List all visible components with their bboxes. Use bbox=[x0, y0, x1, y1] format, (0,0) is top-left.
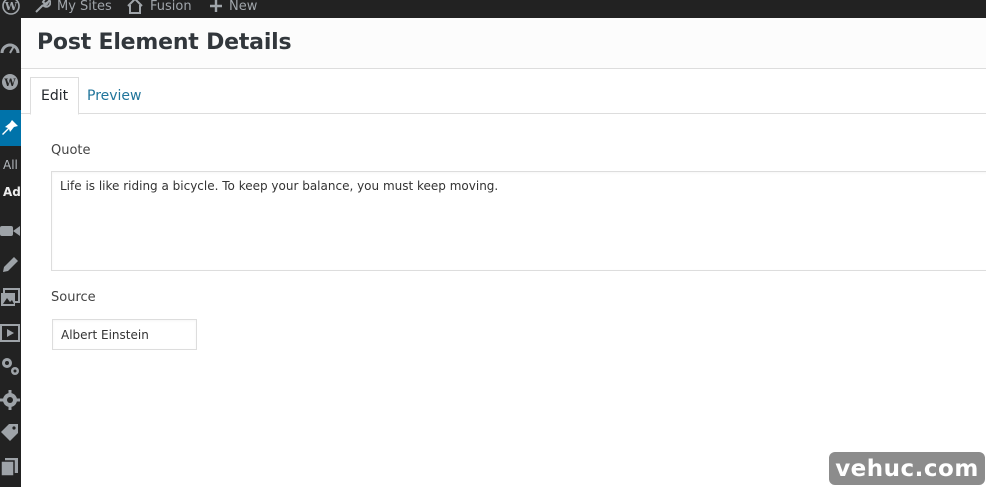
sidebar-item-media[interactable] bbox=[0, 221, 21, 241]
my-sites-label: My Sites bbox=[57, 0, 112, 14]
site-name-menu[interactable]: Fusion bbox=[126, 0, 192, 16]
sidebar-subitem-add[interactable]: Ad bbox=[0, 182, 21, 202]
pencil-icon bbox=[3, 257, 18, 272]
video-camera-icon bbox=[0, 226, 20, 236]
quote-textarea[interactable]: Life is like riding a bicycle. To keep y… bbox=[51, 171, 986, 271]
wordpress-circle-icon: W bbox=[2, 74, 18, 90]
my-sites-menu[interactable]: My Sites bbox=[33, 0, 112, 16]
source-label: Source bbox=[51, 290, 96, 305]
sidebar-subitem-all[interactable]: All bbox=[0, 156, 21, 174]
modal-tabs: Edit Preview bbox=[21, 69, 986, 115]
sidebar-item-gallery[interactable] bbox=[0, 288, 21, 308]
sidebar-subitem-all-label: All bbox=[3, 158, 18, 172]
tag-icon bbox=[1, 424, 18, 441]
pages-icon bbox=[0, 458, 18, 477]
sidebar-item-settings[interactable] bbox=[0, 390, 21, 410]
sidebar-item-jetpack[interactable]: W bbox=[0, 71, 21, 93]
modal-title: Post Element Details bbox=[37, 30, 292, 55]
sidebar-item-video[interactable] bbox=[0, 323, 21, 343]
wrench-icon bbox=[35, 0, 51, 13]
video-play-icon bbox=[0, 324, 20, 342]
admin-bar: W My Sites Fusion New bbox=[0, 0, 986, 18]
tab-preview[interactable]: Preview bbox=[76, 77, 153, 115]
post-element-modal: Post Element Details Edit Preview Quote … bbox=[21, 18, 986, 487]
sidebar-item-dashboard[interactable] bbox=[0, 38, 21, 60]
gallery-icon bbox=[1, 288, 20, 306]
watermark-logo: vehuc.com bbox=[829, 452, 985, 485]
modal-header: Post Element Details bbox=[21, 18, 986, 69]
sidebar-subitem-add-label: Ad bbox=[3, 185, 21, 199]
gears-icon bbox=[2, 358, 19, 375]
admin-side-menu: W All Ad bbox=[0, 18, 21, 487]
quote-label: Quote bbox=[51, 143, 91, 158]
home-icon bbox=[127, 0, 143, 14]
tab-edit[interactable]: Edit bbox=[30, 77, 80, 115]
site-name-label: Fusion bbox=[150, 0, 192, 14]
pushpin-icon bbox=[2, 120, 18, 135]
new-label: New bbox=[229, 0, 258, 14]
sidebar-item-pages[interactable] bbox=[0, 457, 21, 477]
source-input[interactable] bbox=[52, 319, 197, 350]
wordpress-logo-icon[interactable]: W bbox=[2, 0, 20, 16]
sidebar-item-tags[interactable] bbox=[0, 423, 21, 443]
svg-text:W: W bbox=[3, 78, 16, 89]
dashboard-icon bbox=[0, 43, 20, 54]
sidebar-item-edit[interactable] bbox=[0, 255, 21, 275]
new-content-menu[interactable]: New bbox=[209, 0, 257, 16]
svg-text:W: W bbox=[4, 0, 18, 13]
plus-icon bbox=[210, 0, 222, 12]
sidebar-item-posts[interactable] bbox=[0, 110, 21, 146]
gear-icon bbox=[0, 390, 20, 410]
sidebar-item-plugins[interactable] bbox=[0, 356, 21, 376]
